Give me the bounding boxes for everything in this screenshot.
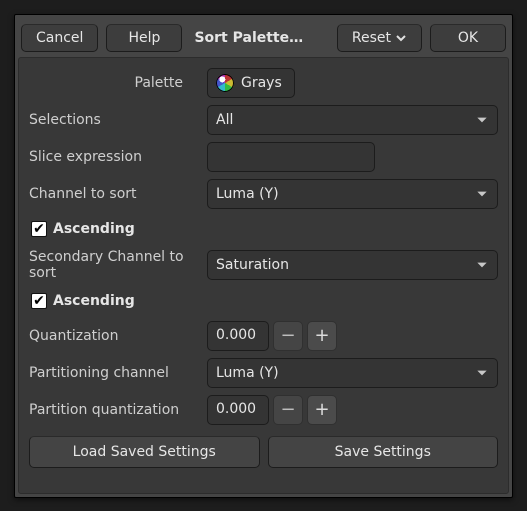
label-slice-expression: Slice expression: [29, 149, 199, 165]
row-channel-to-sort: Channel to sort Luma (Y): [29, 179, 498, 209]
label-quantization: Quantization: [29, 328, 199, 344]
chevron-down-icon: [475, 258, 489, 272]
chevron-down-icon: [395, 32, 407, 44]
partitioning-channel-dropdown[interactable]: Luma (Y): [207, 358, 498, 388]
label-palette: Palette: [29, 75, 199, 91]
row-secondary-channel: Secondary Channel to sort Saturation: [29, 249, 498, 281]
label-secondary-channel: Secondary Channel to sort: [29, 249, 199, 281]
row-partition-quantization: Partition quantization 0.000 − +: [29, 395, 498, 425]
dialog-title: Sort Palette…: [190, 30, 328, 46]
slice-expression-input[interactable]: [207, 142, 375, 172]
content-panel: Palette Grays Selections All Slice e: [18, 57, 509, 494]
ascending-2-checkbox[interactable]: ✔: [31, 293, 47, 309]
palette-icon: [216, 74, 234, 92]
title-bar: Cancel Help Sort Palette… Reset OK: [18, 18, 509, 57]
row-ascending-2: ✔ Ascending: [29, 288, 498, 314]
row-palette: Palette Grays: [29, 68, 498, 98]
label-channel-to-sort: Channel to sort: [29, 186, 199, 202]
ascending-1-label: Ascending: [53, 221, 135, 237]
row-slice-expression: Slice expression: [29, 142, 498, 172]
chevron-down-icon: [475, 113, 489, 127]
ascending-2-label: Ascending: [53, 293, 135, 309]
label-partitioning-channel: Partitioning channel: [29, 365, 199, 381]
label-partition-quantization: Partition quantization: [29, 402, 199, 418]
quantization-minus-button[interactable]: −: [273, 321, 303, 351]
dialog: Cancel Help Sort Palette… Reset OK Palet…: [14, 14, 513, 498]
reset-button[interactable]: Reset: [337, 24, 422, 52]
quantization-plus-button[interactable]: +: [307, 321, 337, 351]
selections-dropdown[interactable]: All: [207, 105, 498, 135]
secondary-channel-dropdown[interactable]: Saturation: [207, 250, 498, 280]
footer-buttons: Load Saved Settings Save Settings: [29, 436, 498, 468]
load-settings-button[interactable]: Load Saved Settings: [29, 436, 260, 468]
partition-quantization-minus-button[interactable]: −: [273, 395, 303, 425]
partition-quantization-value[interactable]: 0.000: [207, 395, 269, 425]
row-partitioning-channel: Partitioning channel Luma (Y): [29, 358, 498, 388]
partition-quantization-plus-button[interactable]: +: [307, 395, 337, 425]
help-button[interactable]: Help: [106, 24, 182, 52]
chevron-down-icon: [475, 366, 489, 380]
cancel-button[interactable]: Cancel: [21, 24, 98, 52]
row-ascending-1: ✔ Ascending: [29, 216, 498, 242]
quantization-value[interactable]: 0.000: [207, 321, 269, 351]
row-quantization: Quantization 0.000 − +: [29, 321, 498, 351]
channel-to-sort-dropdown[interactable]: Luma (Y): [207, 179, 498, 209]
palette-picker[interactable]: Grays: [207, 68, 295, 98]
ascending-1-checkbox[interactable]: ✔: [31, 221, 47, 237]
save-settings-button[interactable]: Save Settings: [268, 436, 499, 468]
quantization-spinner: 0.000 − +: [207, 321, 498, 351]
ok-button[interactable]: OK: [430, 24, 506, 52]
chevron-down-icon: [475, 187, 489, 201]
row-selections: Selections All: [29, 105, 498, 135]
partition-quantization-spinner: 0.000 − +: [207, 395, 498, 425]
label-selections: Selections: [29, 112, 199, 128]
palette-name: Grays: [241, 75, 282, 91]
